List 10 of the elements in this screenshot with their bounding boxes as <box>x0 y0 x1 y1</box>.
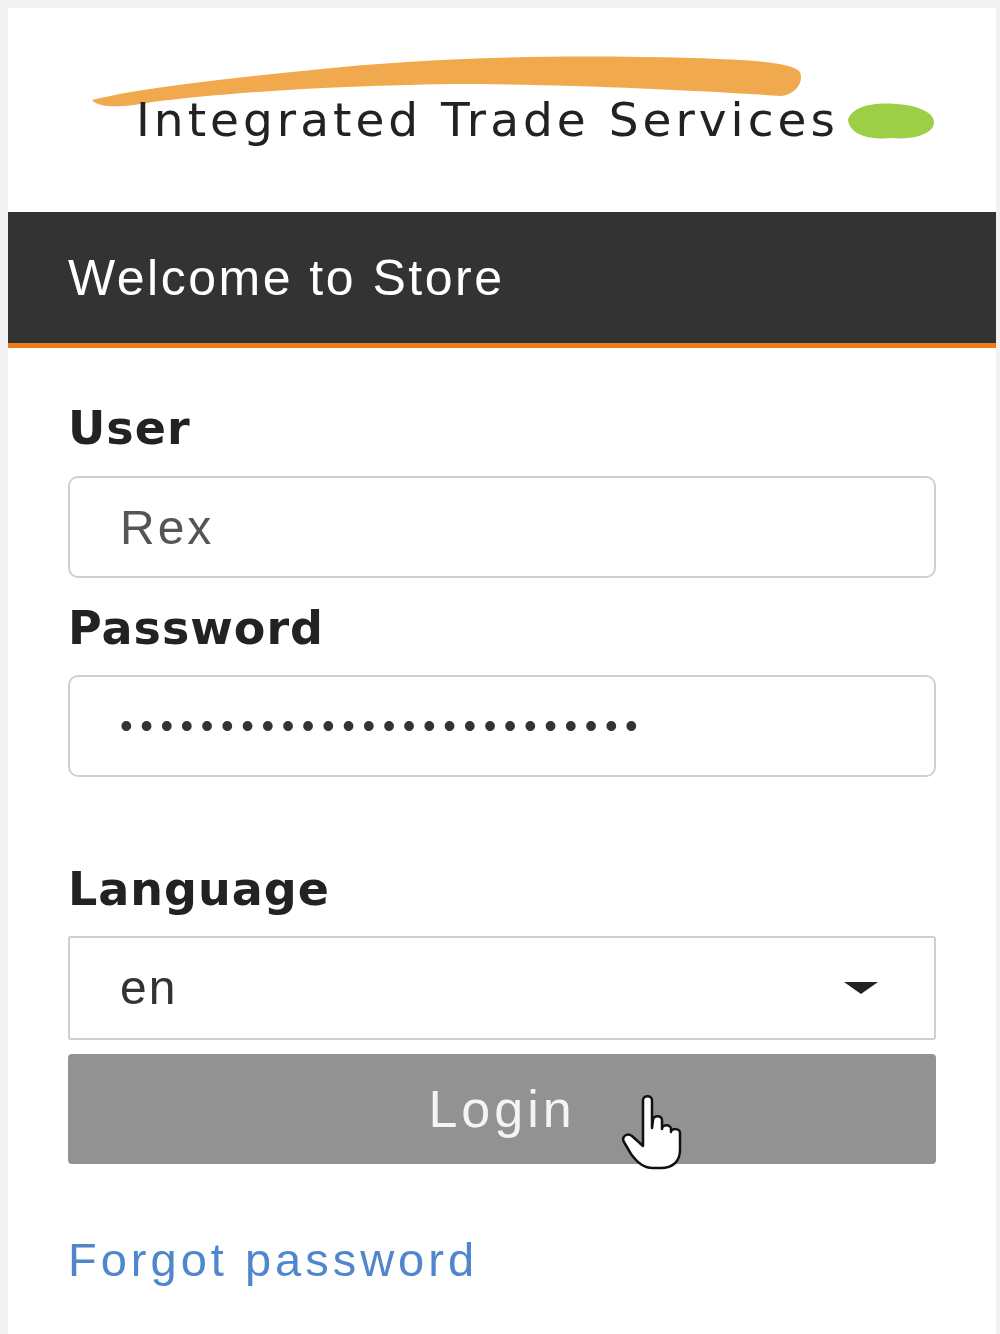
header-title: Welcome to Store <box>68 248 505 308</box>
logo-text: Integrated Trade Services <box>136 92 839 148</box>
password-input[interactable]: •••••••••••••••••••••••••• <box>68 675 936 777</box>
caret-icon <box>844 982 878 994</box>
field-label: Language <box>68 861 330 917</box>
user-input[interactable]: Rex <box>68 476 936 578</box>
field-label: User <box>68 400 191 456</box>
field-label: Password <box>68 600 324 656</box>
language-select[interactable]: en <box>68 936 936 1040</box>
forgot-password-link[interactable]: Forgot password <box>68 1232 479 1288</box>
